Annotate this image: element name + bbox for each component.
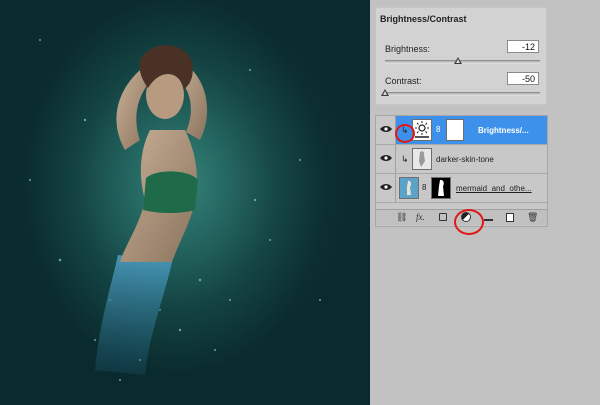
brightness-slider-thumb[interactable] — [453, 57, 462, 64]
adjustments-panel: Brightness/Contrast Brightness: -12 Cont… — [375, 7, 547, 105]
layer-thumbnail[interactable] — [412, 148, 432, 170]
fx-icon[interactable]: fx. — [416, 212, 425, 223]
adjustment-title: Brightness/Contrast — [380, 14, 467, 24]
figure-thumbnail-icon — [419, 151, 425, 167]
annotation-circle-clip — [395, 124, 415, 143]
link-icon[interactable]: ⛓ — [396, 212, 407, 223]
annotation-circle-adjustment — [454, 209, 484, 235]
eye-icon — [380, 155, 392, 161]
layer-mask-thumbnail[interactable] — [431, 177, 451, 199]
mask-link-icon[interactable]: 8 — [422, 183, 426, 192]
layer-name[interactable]: darker-skin-tone — [436, 155, 494, 164]
brightness-label: Brightness: — [385, 44, 431, 54]
layer-thumbnail[interactable] — [399, 177, 419, 199]
layer-row-mermaid[interactable]: 8 mermaid_and_othe... — [376, 174, 547, 203]
brightness-slider-track[interactable] — [385, 60, 540, 64]
trash-icon[interactable]: 🗑 — [527, 212, 538, 223]
sun-icon — [415, 121, 429, 138]
contrast-slider-thumb[interactable] — [381, 89, 389, 96]
brightness-value-input[interactable]: -12 — [507, 40, 539, 53]
mask-link-icon[interactable]: 8 — [436, 125, 440, 134]
visibility-toggle[interactable] — [376, 116, 396, 144]
adjustment-thumbnail[interactable] — [412, 119, 432, 141]
contrast-value-input[interactable]: -50 — [507, 72, 539, 85]
add-mask-icon[interactable] — [439, 213, 447, 221]
document-canvas[interactable] — [0, 0, 370, 405]
layer-row-darker-skin-tone[interactable]: ↳ darker-skin-tone — [376, 145, 547, 174]
layer-name[interactable]: Brightness/... — [478, 126, 529, 135]
right-panel: Brightness/Contrast Brightness: -12 Cont… — [370, 0, 600, 405]
layer-mask-thumbnail[interactable] — [446, 119, 464, 141]
contrast-label: Contrast: — [385, 76, 422, 86]
eye-icon — [380, 126, 392, 132]
layer-name[interactable]: mermaid_and_othe... — [456, 184, 532, 193]
mermaid-thumbnail-icon — [407, 180, 412, 195]
new-layer-icon[interactable] — [506, 213, 514, 222]
mermaid-artwork — [0, 0, 370, 405]
visibility-toggle[interactable] — [376, 145, 396, 173]
mask-silhouette-icon — [438, 179, 444, 196]
contrast-slider-track[interactable] — [385, 92, 540, 96]
eye-icon — [380, 184, 392, 190]
clipping-arrow-icon: ↳ — [401, 154, 409, 164]
visibility-toggle[interactable] — [376, 174, 396, 202]
new-group-icon[interactable] — [484, 214, 493, 221]
